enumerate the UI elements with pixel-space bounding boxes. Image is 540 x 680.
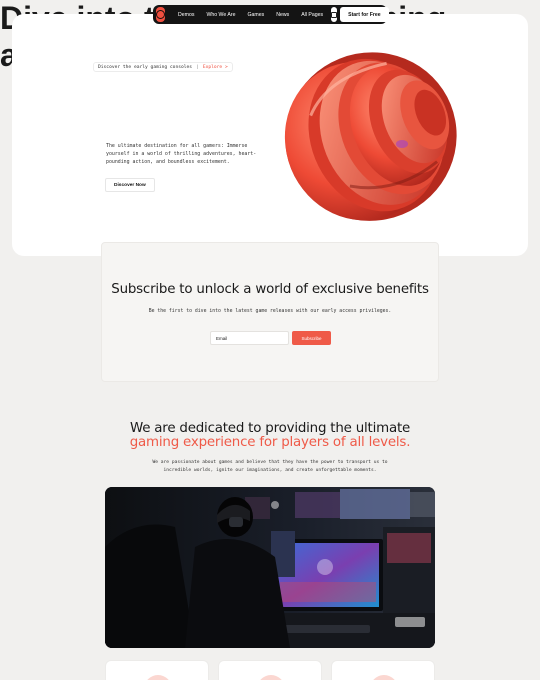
subscribe-text: Be the first to dive into the latest gam… — [148, 309, 392, 314]
nav-all-pages[interactable]: All Pages — [295, 12, 329, 18]
nav-links: Demos Who We Are Games News All Pages — [172, 12, 329, 18]
feature-icon-3 — [370, 675, 398, 680]
feature-icon-1 — [144, 675, 172, 680]
feature-card-2 — [218, 660, 322, 680]
feature-icon-2 — [257, 675, 285, 680]
explore-link[interactable]: Explore > — [203, 65, 228, 70]
dedicated-heading-line2: gaming experience for players of all lev… — [129, 435, 411, 450]
bag-icon — [331, 11, 338, 18]
subscribe-card: Subscribe to unlock a world of exclusive… — [101, 242, 439, 382]
nav-who-we-are[interactable]: Who We Are — [200, 12, 241, 18]
start-free-button[interactable]: Start for Free — [340, 7, 389, 22]
hero-tagline: Discover the early gaming consoles — [98, 64, 193, 70]
hero-tagline-pill: Discover the early gaming consoles | Exp… — [93, 62, 233, 72]
nav-demos[interactable]: Demos — [172, 12, 200, 18]
subscribe-button[interactable]: Subscribe — [292, 331, 331, 345]
top-nav: Demos Who We Are Games News All Pages St… — [153, 5, 389, 24]
nav-games[interactable]: Games — [241, 12, 270, 18]
feature-card-3 — [331, 660, 435, 680]
feature-card-1 — [105, 660, 209, 680]
email-input[interactable]: Email — [210, 331, 289, 345]
discover-now-button[interactable]: Discover Now — [105, 178, 155, 192]
subscribe-title: Subscribe to unlock a world of exclusive… — [111, 282, 429, 297]
dedicated-text: We are passionate about games and believ… — [152, 460, 388, 473]
dedicated-heading-line1: We are dedicated to providing the ultima… — [129, 421, 411, 436]
hero-3d-sphere-image — [284, 52, 457, 221]
logo-icon[interactable] — [156, 7, 165, 22]
pill-separator: | — [196, 64, 199, 70]
gaming-setup-image — [105, 487, 435, 648]
nav-news[interactable]: News — [270, 12, 295, 18]
cart-button[interactable] — [331, 7, 338, 22]
hero-description: The ultimate destination for all gamers:… — [106, 143, 257, 165]
